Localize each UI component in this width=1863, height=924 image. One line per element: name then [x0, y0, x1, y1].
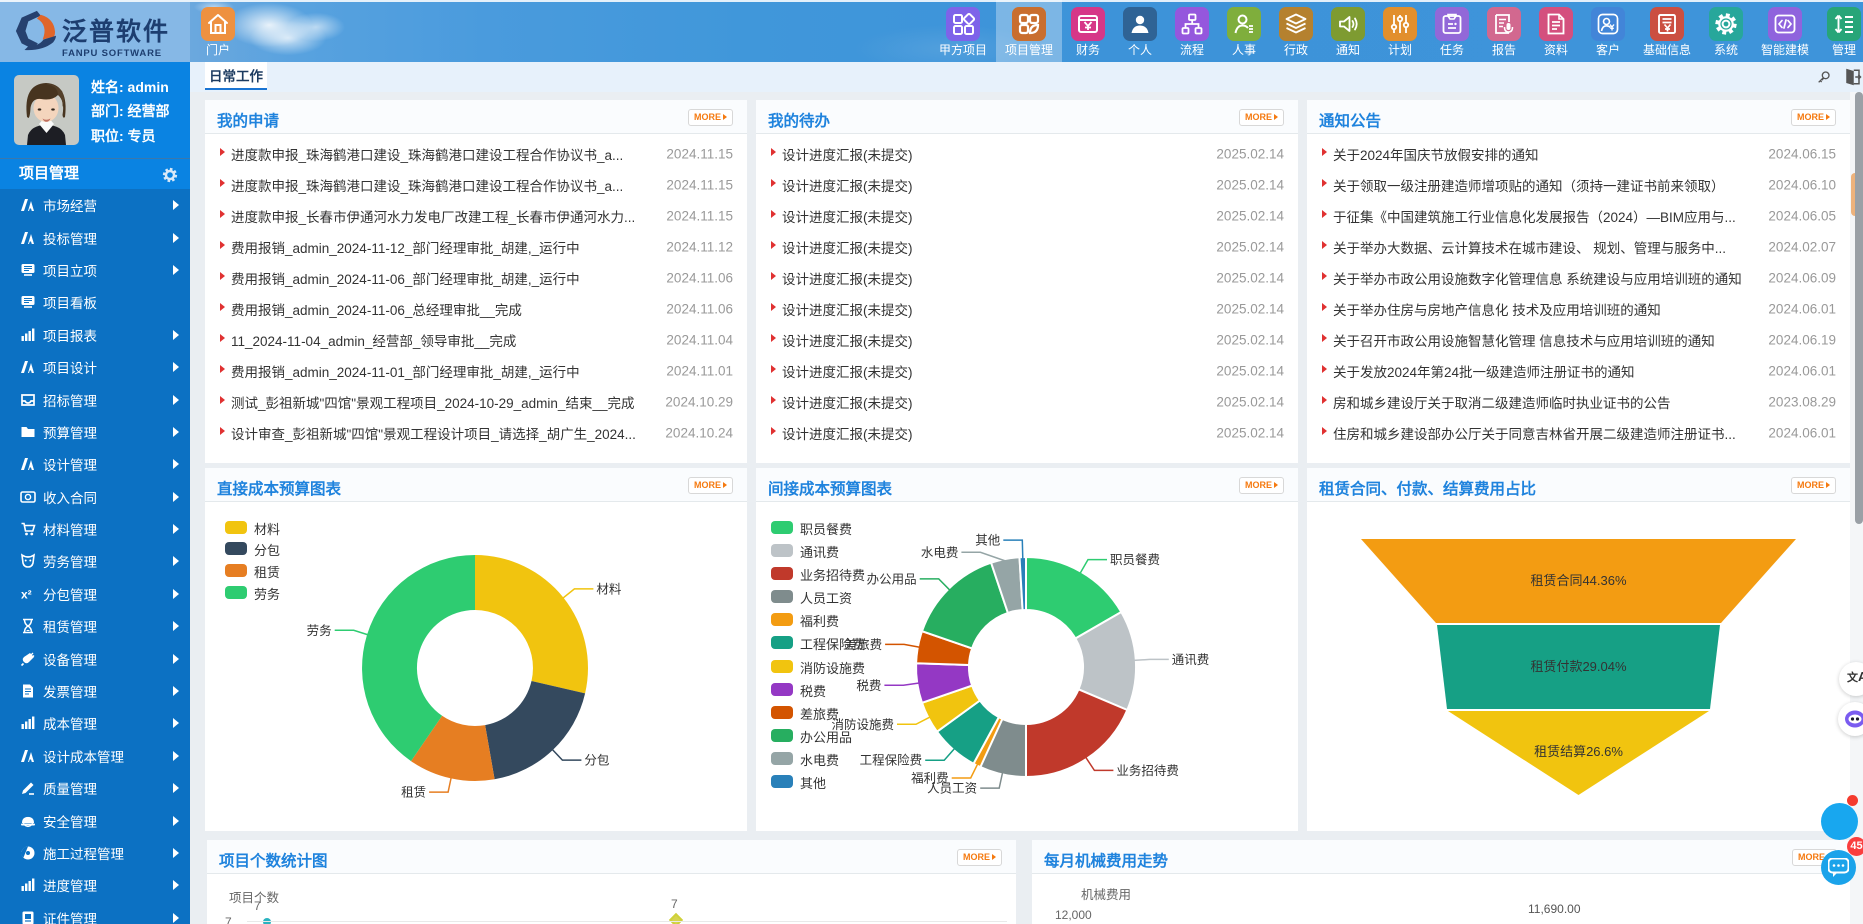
svg-text:税费: 税费 — [856, 679, 881, 693]
svg-text:业务招待费: 业务招待费 — [1116, 763, 1179, 778]
svg-text:福利费: 福利费 — [911, 771, 949, 786]
svg-text:水电费: 水电费 — [921, 546, 959, 560]
svg-text:其他: 其他 — [975, 534, 1001, 548]
svg-text:租赁合同44.36%: 租赁合同44.36% — [1530, 573, 1627, 588]
svg-text:租赁结算26.6%: 租赁结算26.6% — [1534, 744, 1623, 759]
svg-text:租赁付款29.04%: 租赁付款29.04% — [1530, 659, 1627, 674]
svg-text:职员餐费: 职员餐费 — [1110, 552, 1160, 567]
svg-text:租赁: 租赁 — [401, 786, 426, 800]
svg-text:x²: x² — [21, 587, 32, 601]
svg-text:材料: 材料 — [596, 582, 622, 596]
svg-text:办公用品: 办公用品 — [867, 571, 917, 586]
svg-text:劳务: 劳务 — [307, 623, 332, 638]
svg-text:通讯费: 通讯费 — [1172, 653, 1210, 667]
svg-text:分包: 分包 — [584, 754, 609, 768]
svg-text:工程保险费: 工程保险费 — [860, 753, 923, 768]
